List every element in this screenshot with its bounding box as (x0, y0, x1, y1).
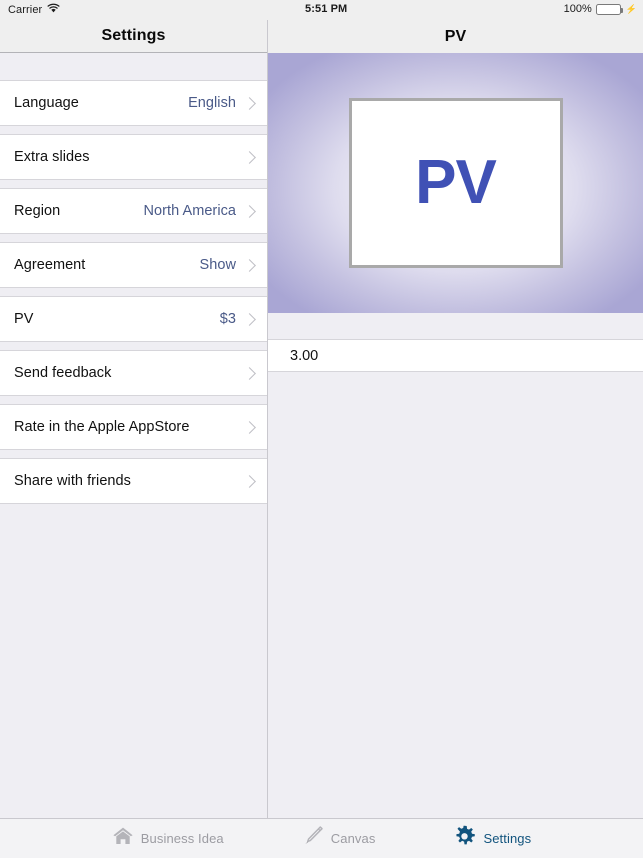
sidebar-item-rate-in-appstore[interactable]: Rate in the Apple AppStore (0, 404, 267, 450)
settings-group-share: Share with friends (0, 458, 267, 504)
tab-label: Business Idea (140, 831, 224, 846)
row-label: Rate in the Apple AppStore (14, 419, 190, 435)
chevron-right-icon (243, 204, 256, 218)
settings-group-extra-slides: Extra slides (0, 134, 267, 180)
sidebar-item-pv[interactable]: PV $3 (0, 296, 267, 342)
page-title: Settings (101, 27, 166, 44)
home-icon (112, 826, 134, 851)
status-bar: Carrier 5:51 PM 100% ⚡ (0, 0, 643, 20)
tab-canvas[interactable]: Canvas (302, 825, 376, 852)
pv-value-text: 3.00 (290, 347, 319, 364)
settings-group-language: Language English (0, 80, 267, 126)
settings-master-panel: Settings Language English Extra slides R… (0, 20, 267, 818)
pv-hero-banner: PV (268, 53, 643, 313)
settings-group-region: Region North America (0, 188, 267, 234)
pv-logo-card: PV (348, 97, 563, 268)
settings-table-view[interactable]: Language English Extra slides Region Nor… (0, 53, 267, 818)
settings-navigation-bar: Settings (0, 20, 267, 53)
carrier-label: Carrier (8, 3, 43, 16)
chevron-right-icon (243, 258, 256, 272)
settings-group-rate-app: Rate in the Apple AppStore (0, 404, 267, 450)
row-label: Agreement (14, 257, 86, 273)
app-root: Carrier 5:51 PM 100% ⚡ Settings Language… (0, 0, 643, 858)
row-label: PV (14, 311, 34, 327)
wifi-icon (47, 3, 60, 16)
split-view-divider (267, 20, 268, 818)
detail-empty-area (268, 372, 643, 818)
battery-percent-label: 100% (563, 3, 592, 15)
status-bar-time: 5:51 PM (305, 3, 348, 15)
detail-spacer (268, 313, 643, 339)
sidebar-item-language[interactable]: Language English (0, 80, 267, 126)
tab-bar: Business Idea Canvas Settings (0, 818, 643, 858)
carrier-status: Carrier (8, 3, 60, 16)
pv-logo-text: PV (415, 147, 497, 217)
row-detail-value: $3 (219, 311, 236, 327)
row-label: Language (14, 95, 79, 111)
sidebar-item-share-with-friends[interactable]: Share with friends (0, 458, 267, 504)
row-label: Share with friends (14, 473, 131, 489)
sidebar-item-extra-slides[interactable]: Extra slides (0, 134, 267, 180)
tab-settings[interactable]: Settings (453, 825, 531, 853)
sidebar-item-region[interactable]: Region North America (0, 188, 267, 234)
row-detail-value: North America (143, 203, 236, 219)
tab-label: Canvas (330, 831, 376, 846)
sidebar-item-send-feedback[interactable]: Send feedback (0, 350, 267, 396)
row-label: Region (14, 203, 61, 219)
detail-content: PV 3.00 (268, 53, 643, 818)
settings-group-agreement: Agreement Show (0, 242, 267, 288)
battery-full-icon (595, 3, 623, 15)
gear-icon (453, 825, 476, 853)
chevron-right-icon (243, 96, 256, 110)
settings-group-send-feedback: Send feedback (0, 350, 267, 396)
chevron-right-icon (243, 312, 256, 326)
row-detail-value: Show (199, 257, 236, 273)
detail-navigation-bar: PV (268, 20, 643, 53)
battery-status: 100% ⚡ (564, 3, 637, 15)
tab-business-idea[interactable]: Business Idea (112, 826, 224, 851)
row-label: Extra slides (14, 149, 90, 165)
lightning-bolt-icon: ⚡ (625, 3, 637, 14)
pencil-icon (302, 825, 324, 852)
tab-label: Settings (483, 831, 532, 846)
pv-detail-panel: PV PV 3.00 (268, 20, 643, 818)
row-label: Send feedback (14, 365, 112, 381)
pv-value-row[interactable]: 3.00 (268, 339, 643, 372)
row-detail-value: English (188, 95, 236, 111)
settings-group-pv: PV $3 (0, 296, 267, 342)
chevron-right-icon (243, 366, 256, 380)
detail-page-title: PV (444, 27, 467, 45)
sidebar-item-agreement[interactable]: Agreement Show (0, 242, 267, 288)
chevron-right-icon (243, 420, 256, 434)
chevron-right-icon (243, 474, 256, 488)
chevron-right-icon (243, 150, 256, 164)
